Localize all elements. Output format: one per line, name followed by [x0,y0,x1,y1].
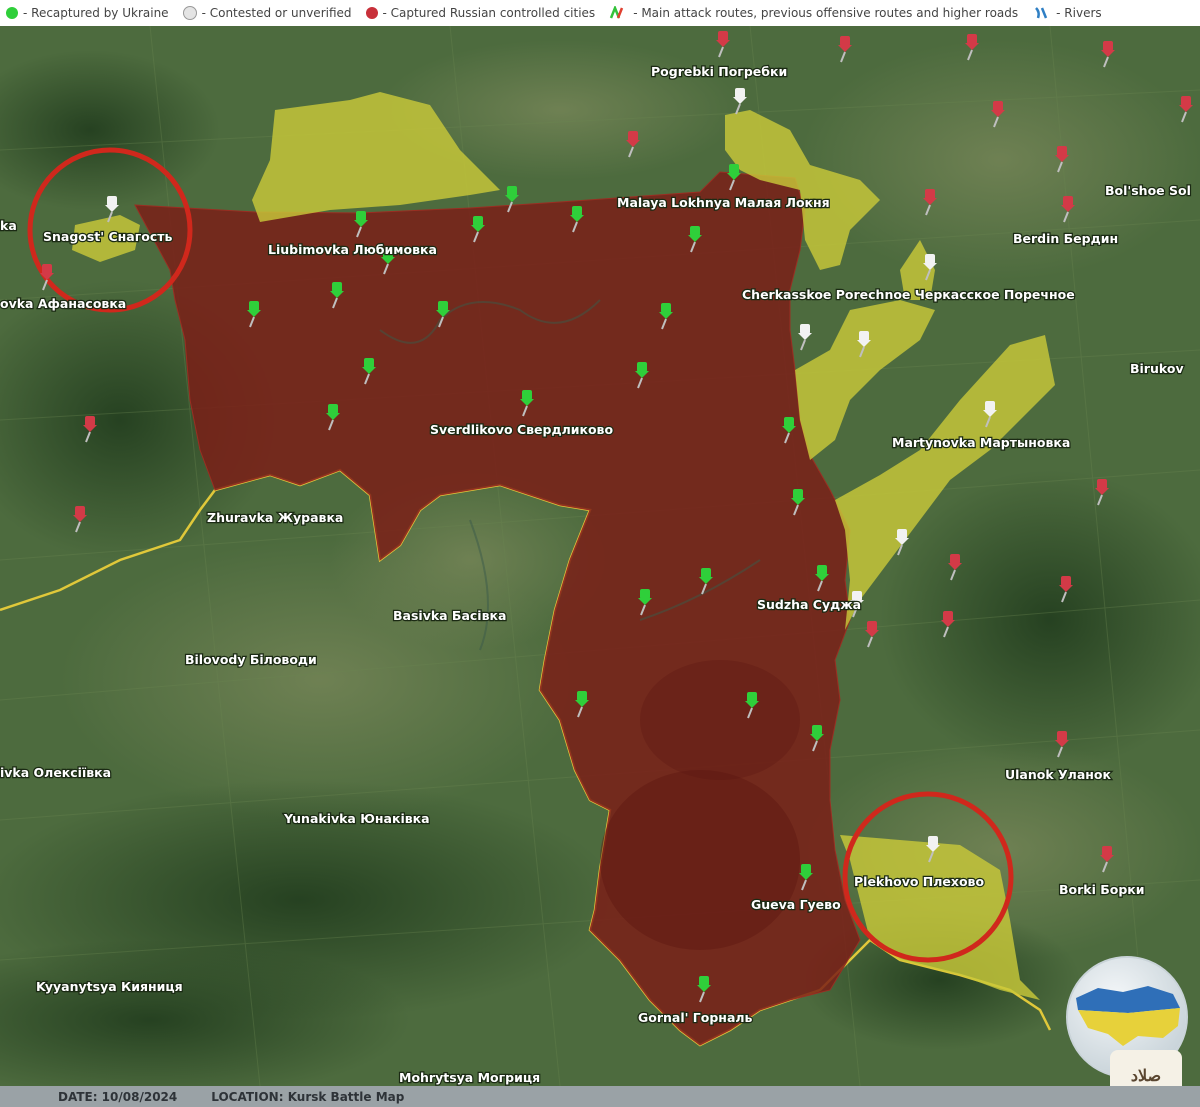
label-cherkasskoe: Cherkasskoe Porechnoe Черкасское Поречно… [742,287,1075,302]
label-borki: Borki Борки [1059,882,1145,897]
label-zhuravka: Zhuravka Журавка [207,510,343,525]
label-gueva: Gueva Гуево [751,897,841,912]
legend-routes: - Main attack routes, previous offensive… [609,6,1018,20]
label-ulanok: Ulanok Уланок [1005,767,1111,782]
footer-date: DATE: 10/08/2024 [58,1089,178,1104]
label-afanasovka: ovka Афанасовка [0,296,126,311]
footer-location: LOCATION: Kursk Battle Map [211,1089,405,1104]
legend-rivers-label: - Rivers [1056,6,1102,20]
legend-recaptured-label: - Recaptured by Ukraine [23,6,169,20]
label-kyianytsia: Kyyanytsya Кияниця [36,979,183,994]
label-yunakivka: Yunakivka Юнаківка [283,811,430,826]
battle-map[interactable]: Pogrebki Погребки Malaya Lokhnya Малая Л… [0,26,1200,1086]
label-martynovka: Martynovka Мартыновка [892,435,1070,450]
label-basivka: Basivka Басівка [393,608,506,623]
label-snagost: Snagost' Снагость [43,229,172,244]
dark-terrain-shading [640,660,800,780]
legend-recaptured: - Recaptured by Ukraine [6,6,169,20]
label-liubimovka: Liubimovka Любимовка [268,242,437,257]
label-bilovody: Bilovody Біловоди [185,652,317,667]
label-sverdlikovo: Sverdlikovo Свердликово [430,422,613,437]
label-plekhovo: Plekhovo Плехово [854,874,984,889]
red-pin-icon [365,7,378,19]
white-pin-icon [182,6,197,20]
label-ka: ka [0,218,17,233]
dark-terrain-shading [600,770,800,950]
legend-contested: - Contested or unverified [182,6,352,20]
label-mohrytsia: Mohrytsya Могриця [399,1070,540,1085]
attack-routes-icon [610,6,624,19]
label-berdin: Berdin Бердин [1013,231,1118,246]
label-birukovka: Birukov [1130,361,1184,376]
map-footer: DATE: 10/08/2024 LOCATION: Kursk Battle … [0,1086,1200,1107]
watermark-text: صلاد [1130,1065,1162,1085]
label-malaya-lokhnya: Malaya Lokhnya Малая Локня [617,195,830,210]
label-gornal: Gornal' Горналь [638,1010,753,1025]
green-pin-icon [6,7,18,19]
label-pogrebki: Pogrebki Погребки [651,64,787,79]
legend-rivers: - Rivers [1032,6,1102,20]
river-icon [1035,7,1048,19]
legend-routes-label: - Main attack routes, previous offensive… [633,6,1019,20]
label-bolshoe-sol: Bol'shoe Sol [1105,183,1191,198]
label-oleksiivka: ivka Олексіївка [0,765,111,780]
label-sudzha: Sudzha Суджа [757,597,861,612]
legend-captured: - Captured Russian controlled cities [365,6,596,20]
legend-captured-label: - Captured Russian controlled cities [382,6,596,20]
map-legend: - Recaptured by Ukraine - Contested or u… [0,0,1200,26]
map-canvas: Pogrebki Погребки Malaya Lokhnya Малая Л… [0,26,1200,1086]
legend-contested-label: - Contested or unverified [201,6,352,20]
